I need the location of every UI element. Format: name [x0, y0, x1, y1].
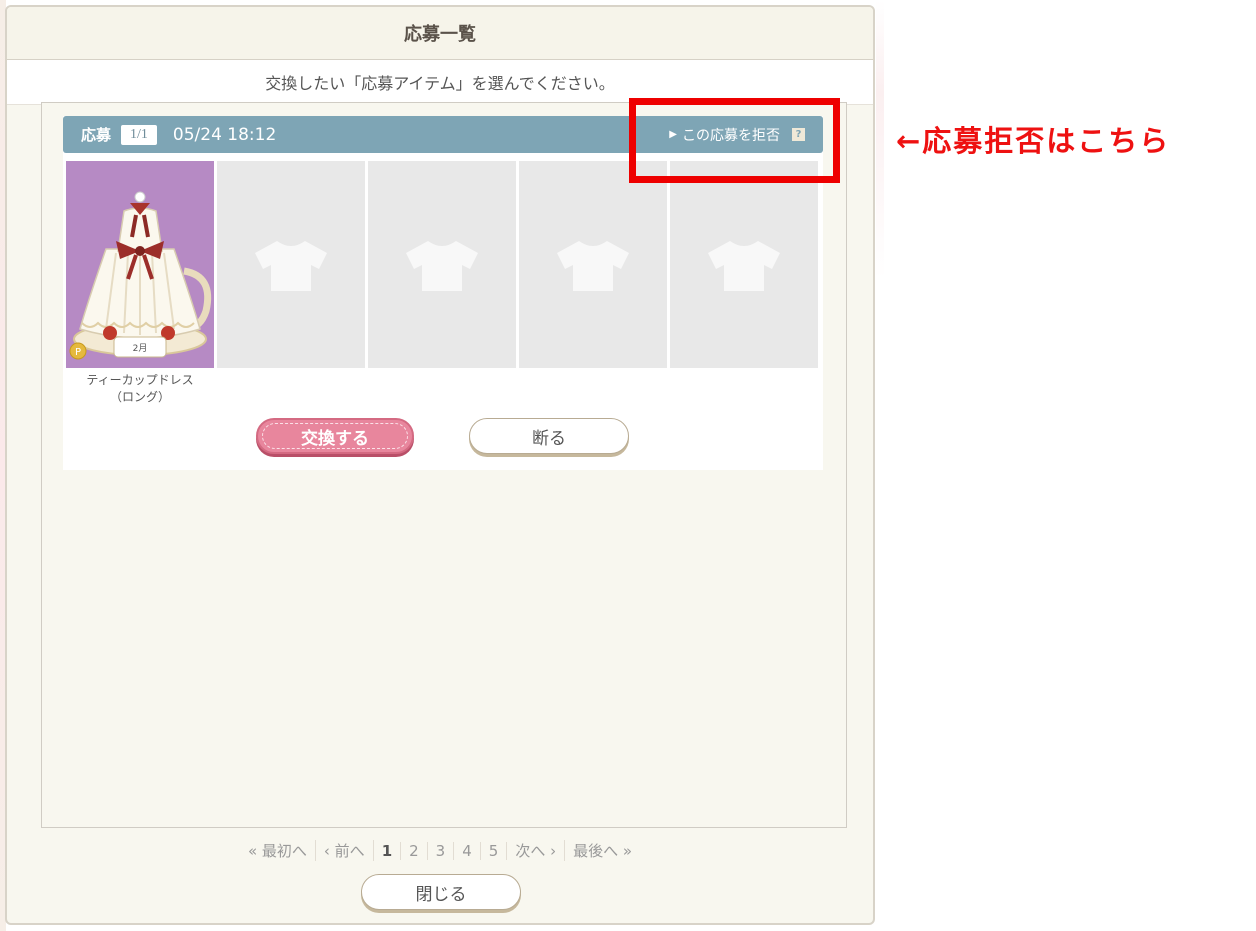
item-slot-empty-4[interactable]: [670, 161, 818, 368]
item-slot-empty-2[interactable]: [368, 161, 516, 368]
pager-first-link[interactable]: « 最初へ: [240, 840, 316, 861]
pager-last-link[interactable]: 最後へ »: [565, 840, 640, 861]
svg-text:P: P: [75, 347, 81, 358]
shirt-placeholder-icon: [708, 240, 780, 291]
highlight-box: [629, 98, 840, 183]
dialog-header: 応募一覧: [7, 7, 873, 60]
item-name: ティーカップドレス （ロング）: [66, 372, 214, 406]
decline-button-label: 断る: [532, 428, 566, 449]
pager-next-link[interactable]: 次へ ›: [507, 840, 566, 861]
background-page-edge-right: [876, 0, 884, 931]
pagination: « 最初へ ‹ 前へ 1 2 3 4 5 次へ › 最後へ »: [7, 840, 873, 861]
shirt-placeholder-icon: [255, 240, 327, 291]
item-slot-empty-3[interactable]: [519, 161, 667, 368]
entry-date: 05/24 18:12: [172, 124, 277, 145]
annotation-text: ←応募拒否はこちら: [896, 124, 1171, 158]
application-list[interactable]: 応募 1/1 05/24 18:12 ▶ この応募を拒否 ? 2月 P ティーカ…: [41, 102, 847, 828]
pager-page-5[interactable]: 5: [481, 841, 508, 860]
shirt-placeholder-icon: [406, 240, 478, 291]
item-name-line1: ティーカップドレス: [86, 373, 194, 387]
instruction-text: 交換したい「応募アイテム」を選んでください。: [265, 74, 615, 93]
item-slot-dress[interactable]: 2月 P: [66, 161, 214, 368]
entry-count-badge: 1/1: [121, 124, 157, 145]
shirt-placeholder-icon: [557, 240, 629, 291]
entry-label: 応募: [81, 126, 112, 144]
pager-page-1[interactable]: 1: [374, 841, 402, 860]
exchange-button[interactable]: 交換する: [256, 418, 414, 454]
decline-button[interactable]: 断る: [469, 418, 629, 454]
exchange-button-label: 交換する: [301, 428, 369, 449]
close-button[interactable]: 閉じる: [361, 874, 521, 910]
item-name-line2: （ロング）: [109, 390, 170, 404]
pager-page-3[interactable]: 3: [428, 841, 455, 860]
close-button-label: 閉じる: [415, 884, 467, 905]
item-slots: 2月 P: [66, 161, 818, 368]
dialog-title: 応募一覧: [404, 24, 476, 45]
pager-page-2[interactable]: 2: [401, 841, 428, 860]
pager-page-4[interactable]: 4: [454, 841, 481, 860]
item-slot-empty-1[interactable]: [217, 161, 365, 368]
dress-item-icon: 2月 P: [66, 161, 214, 368]
svg-text:2月: 2月: [133, 343, 148, 354]
pager-prev-link[interactable]: ‹ 前へ: [316, 840, 374, 861]
